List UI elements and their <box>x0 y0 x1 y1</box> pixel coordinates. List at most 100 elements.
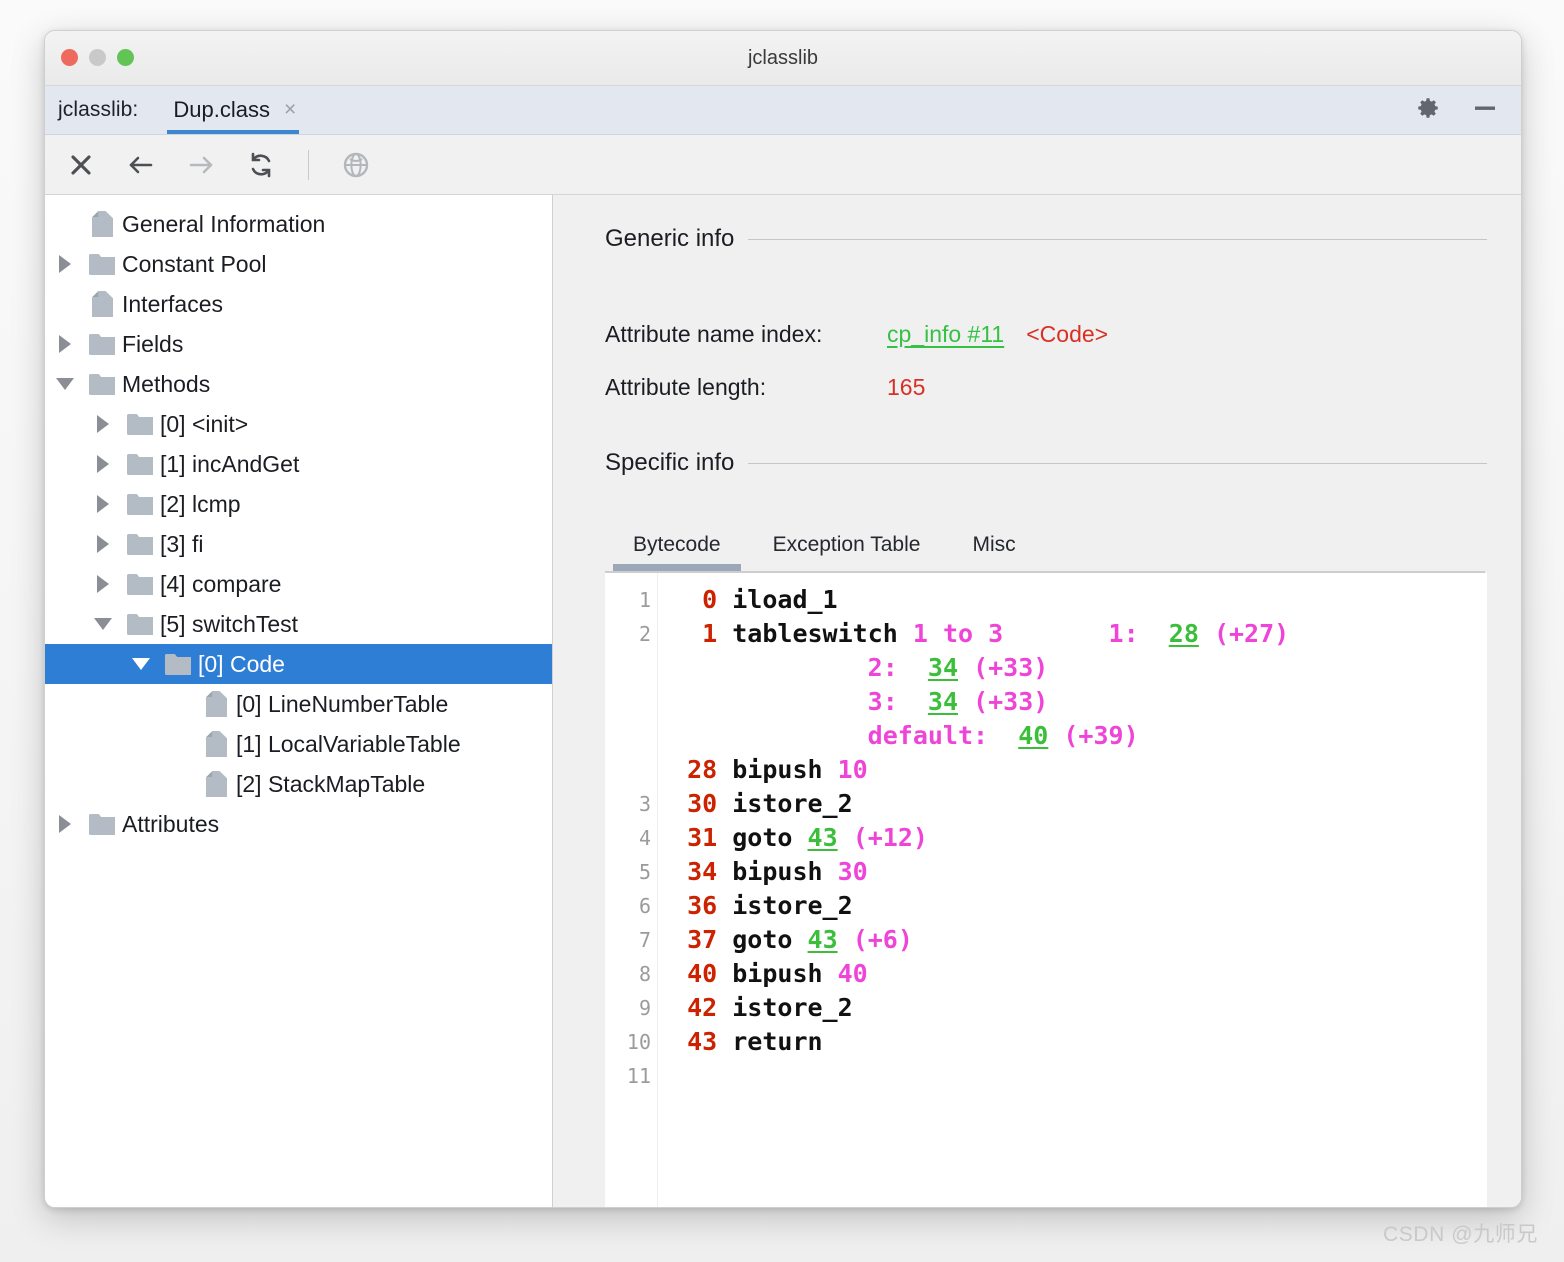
line-number: 1 <box>638 588 651 612</box>
chevron-down-icon[interactable] <box>121 658 161 670</box>
cp-info-link[interactable]: cp_info #11 <box>887 321 1004 348</box>
tree-row[interactable]: [0] Code <box>45 644 552 684</box>
tree-row-label: Constant Pool <box>122 250 267 277</box>
chevron-right-icon[interactable] <box>83 535 123 553</box>
main-toolbar <box>45 135 1521 195</box>
bytecode-mnemonic: istore_2 <box>732 993 853 1022</box>
tree-row[interactable]: Fields <box>45 324 552 364</box>
bytecode-line[interactable]: 30 istore_2 <box>672 787 1487 821</box>
line-number <box>605 685 651 719</box>
tree-row[interactable]: Constant Pool <box>45 244 552 284</box>
tree-row[interactable]: Methods <box>45 364 552 404</box>
bytecode-line[interactable]: 40 bipush 40 <box>672 957 1487 991</box>
screen-root: jclasslib jclasslib: Dup.class × General… <box>0 0 1564 1262</box>
bytecode-offset: 43 <box>687 1027 718 1056</box>
bytecode-operand: (+33) <box>973 653 1049 682</box>
chevron-down-icon[interactable] <box>45 378 85 390</box>
close-icon[interactable] <box>64 148 98 182</box>
bytecode-operand: 10 <box>837 755 868 784</box>
bytecode-mnemonic: return <box>732 1027 823 1056</box>
line-number: 4 <box>638 826 651 850</box>
back-arrow-icon[interactable] <box>124 148 158 182</box>
subtab-exception-table[interactable]: Exception Table <box>747 529 947 571</box>
bytecode-mnemonic <box>838 823 853 852</box>
bytecode-offset: 36 <box>687 891 718 920</box>
subtab-bytecode[interactable]: Bytecode <box>607 529 747 571</box>
chevron-right-icon[interactable] <box>83 495 123 513</box>
bytecode-offset: 1 <box>702 619 718 648</box>
bytecode-line[interactable]: 31 goto 43 (+12) <box>672 821 1487 855</box>
bytecode-line[interactable]: 42 istore_2 <box>672 991 1487 1025</box>
tree-row-label: Fields <box>122 330 184 357</box>
branch-target-link[interactable]: 28 <box>1169 619 1199 648</box>
chevron-right-icon[interactable] <box>45 815 85 833</box>
bytecode-mnemonic: istore_2 <box>732 891 853 920</box>
bytecode-mnemonic: bipush <box>732 755 823 784</box>
tree-row[interactable]: Attributes <box>45 804 552 844</box>
tree-row[interactable]: [4] compare <box>45 564 552 604</box>
bytecode-operand: 1 to 3 <box>912 619 1004 648</box>
bytecode-line[interactable]: 34 bipush 30 <box>672 855 1487 889</box>
bytecode-line[interactable]: 0 iload_1 <box>672 583 1487 617</box>
minimize-icon[interactable] <box>1471 95 1499 126</box>
bytecode-line[interactable]: 3: 34 (+33) <box>672 685 1487 719</box>
tree-row[interactable]: [0] <init> <box>45 404 552 444</box>
branch-target-link[interactable]: 43 <box>808 925 838 954</box>
bytecode-mnemonic: bipush <box>732 959 823 988</box>
bytecode-line[interactable]: 1 tableswitch 1 to 3 1: 28 (+27) <box>672 617 1487 651</box>
bytecode-line[interactable]: 43 return <box>672 1025 1487 1059</box>
bytecode-viewer[interactable]: 12 3 4 5 6 7 8 9 10 11 0 iload_1 1 tableswitch 1… <box>605 573 1487 1207</box>
close-icon[interactable]: × <box>284 99 296 120</box>
document-icon <box>85 291 119 317</box>
tab-dup-class[interactable]: Dup.class × <box>167 86 302 134</box>
chevron-down-icon[interactable] <box>83 618 123 630</box>
chevron-right-icon[interactable] <box>83 415 123 433</box>
attribute-name-index-label: Attribute name index: <box>605 321 823 347</box>
attribute-length-label: Attribute length: <box>605 374 767 400</box>
tree-row[interactable]: Interfaces <box>45 284 552 324</box>
bytecode-line[interactable]: 37 goto 43 (+6) <box>672 923 1487 957</box>
bytecode-listing[interactable]: 0 iload_1 1 tableswitch 1 to 3 1: 28 (+2… <box>658 573 1487 1207</box>
chevron-right-icon[interactable] <box>83 575 123 593</box>
bytecode-operand: (+6) <box>852 925 913 954</box>
tree-row[interactable]: [1] incAndGet <box>45 444 552 484</box>
branch-target-link[interactable]: 34 <box>928 687 958 716</box>
gear-icon[interactable] <box>1415 95 1441 126</box>
tree-row[interactable]: [5] switchTest <box>45 604 552 644</box>
line-number: 10 <box>626 1030 651 1054</box>
tree-row[interactable]: General Information <box>45 204 552 244</box>
bytecode-mnemonic <box>672 925 687 954</box>
tree-row[interactable]: [1] LocalVariableTable <box>45 724 552 764</box>
bytecode-mnemonic: tableswitch <box>732 619 898 648</box>
bytecode-line[interactable]: default: 40 (+39) <box>672 719 1487 753</box>
class-structure-tree[interactable]: General Information Constant Pool Interfac… <box>45 195 553 1207</box>
chevron-right-icon[interactable] <box>45 335 85 353</box>
reload-icon[interactable] <box>244 148 278 182</box>
forward-arrow-icon <box>184 148 218 182</box>
tab-dup-class-label: Dup.class <box>173 97 270 122</box>
specific-info-title: Specific info <box>605 449 735 476</box>
chevron-right-icon[interactable] <box>83 455 123 473</box>
bytecode-line[interactable]: 28 bipush 10 <box>672 753 1487 787</box>
bytecode-line[interactable]: 36 istore_2 <box>672 889 1487 923</box>
branch-target-link[interactable]: 40 <box>1018 721 1048 750</box>
branch-target-link[interactable]: 34 <box>928 653 958 682</box>
bytecode-mnemonic <box>792 925 807 954</box>
bytecode-mnemonic <box>672 857 687 886</box>
csdn-watermark: CSDN @九师兄 <box>1382 1223 1538 1246</box>
bytecode-operand: 40 <box>837 959 868 988</box>
tree-row[interactable]: [2] lcmp <box>45 484 552 524</box>
branch-target-link[interactable]: 43 <box>808 823 838 852</box>
tree-row[interactable]: [3] fi <box>45 524 552 564</box>
bytecode-offset: 37 <box>687 925 718 954</box>
document-icon <box>85 211 119 237</box>
tree-row[interactable]: [2] StackMapTable <box>45 764 552 804</box>
subtab-misc[interactable]: Misc <box>946 529 1041 571</box>
chevron-right-icon[interactable] <box>45 255 85 273</box>
bytecode-line[interactable]: 2: 34 (+33) <box>672 651 1487 685</box>
folder-icon <box>123 453 157 475</box>
line-number: 5 <box>638 860 651 884</box>
bytecode-mnemonic <box>717 891 732 920</box>
tree-row[interactable]: [0] LineNumberTable <box>45 684 552 724</box>
bytecode-mnemonic <box>717 755 732 784</box>
